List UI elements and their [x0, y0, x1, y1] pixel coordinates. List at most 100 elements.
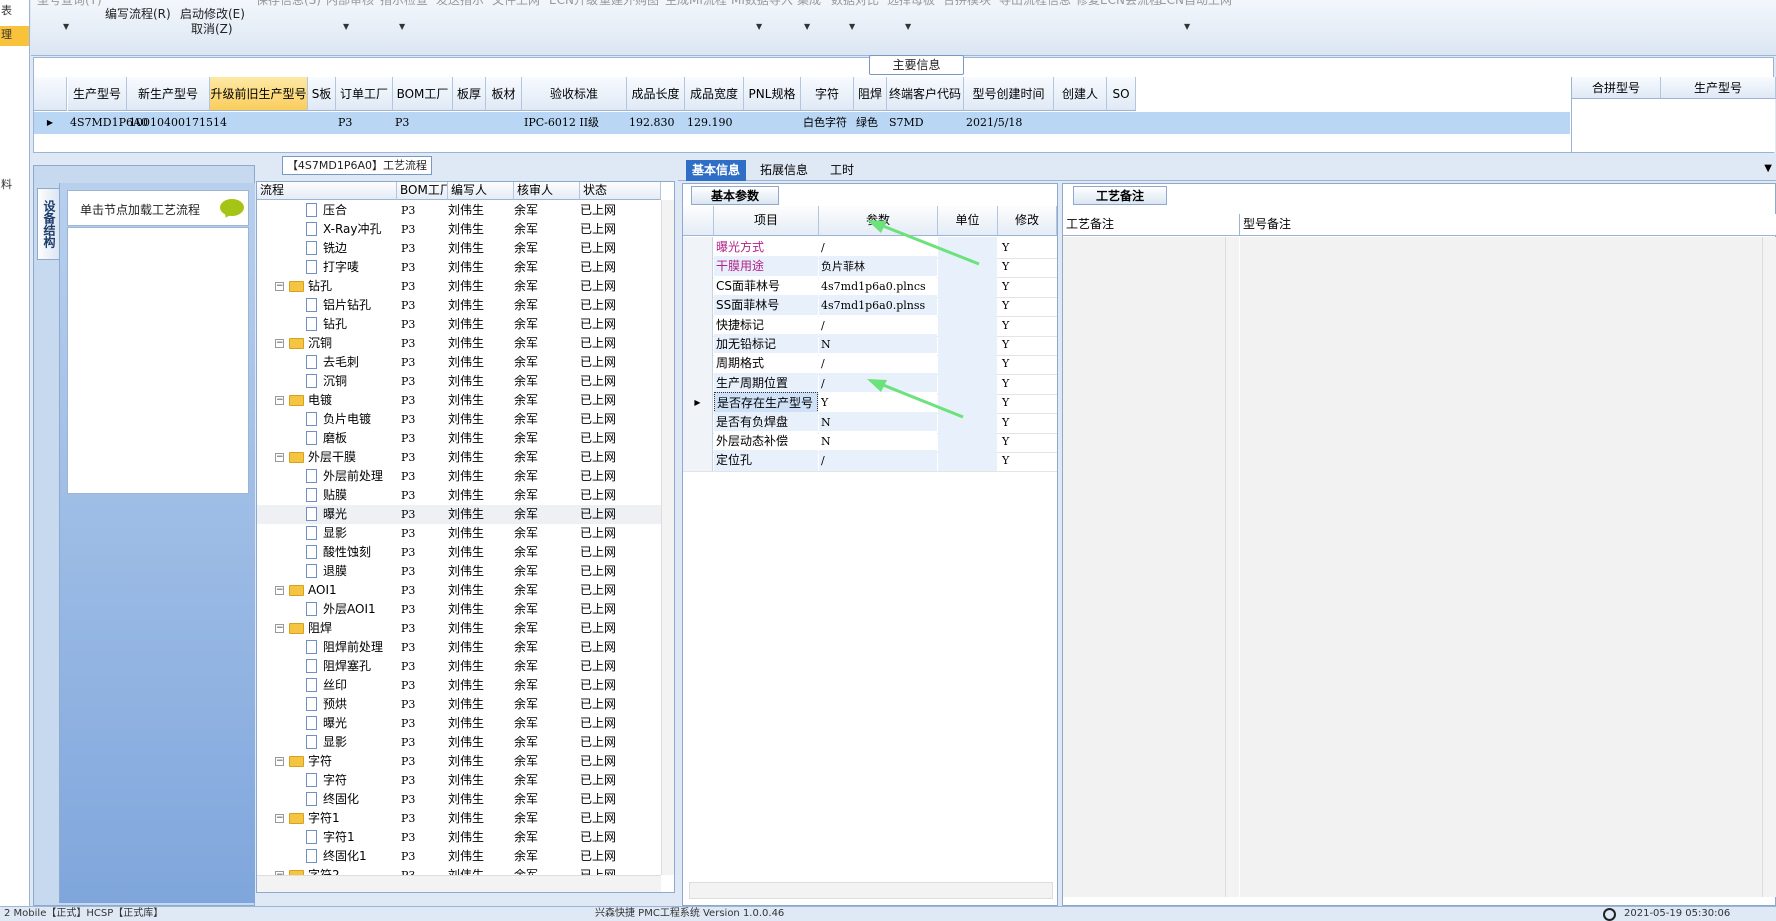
process-remark-textarea[interactable] [1063, 237, 1225, 897]
model-remark-textarea[interactable] [1240, 237, 1762, 897]
flow-tree-folder[interactable]: − 阻焊 P3 刘伟生 余军 已上网 [257, 619, 661, 638]
chevron-down-icon[interactable]: ▼ [849, 22, 855, 31]
main-row-cell[interactable] [307, 112, 335, 134]
main-row-cell[interactable]: 绿色 [853, 112, 886, 134]
toolbar-rebuild[interactable]: 重建外购图 [599, 0, 659, 8]
toolbar-compare[interactable]: 数据对比 [831, 0, 879, 8]
collapse-icon[interactable]: − [275, 814, 284, 823]
collapse-icon[interactable]: − [275, 586, 284, 595]
main-col-header[interactable]: S板 [308, 77, 336, 111]
collapse-icon[interactable]: − [275, 757, 284, 766]
model-remark-scrollbar[interactable] [1762, 237, 1776, 897]
main-col-header[interactable]: BOM工厂 [393, 77, 453, 111]
basic-horizontal-scrollbar[interactable] [689, 882, 1053, 899]
flow-tree-node[interactable]: 酸性蚀刻 P3 刘伟生 余军 已上网 [257, 543, 661, 562]
flow-tree-node[interactable]: 终固化1 P3 刘伟生 余军 已上网 [257, 847, 661, 866]
flow-tree-node[interactable]: X-Ray冲孔 P3 刘伟生 余军 已上网 [257, 220, 661, 239]
main-row-cell[interactable]: 10010400171514 [126, 112, 227, 134]
flow-tree-node[interactable]: 显影 P3 刘伟生 余军 已上网 [257, 733, 661, 752]
flow-tree-node[interactable]: 铝片钻孔 P3 刘伟生 余军 已上网 [257, 296, 661, 315]
main-col-header[interactable]: 新生产型号 [127, 77, 210, 111]
main-row-cell[interactable]: 白色字符 [800, 112, 853, 134]
chevron-down-icon[interactable]: ▼ [1184, 22, 1190, 31]
main-col-header[interactable]: 订单工厂 [336, 77, 393, 111]
flow-tree-folder[interactable]: − 电镀 P3 刘伟生 余军 已上网 [257, 391, 661, 410]
flow-tree-node[interactable]: 退膜 P3 刘伟生 余军 已上网 [257, 562, 661, 581]
chevron-down-icon[interactable]: ▼ [63, 22, 69, 31]
flow-tree-node[interactable]: 曝光 P3 刘伟生 余军 已上网 [257, 714, 661, 733]
flow-tree-node[interactable]: 钻孔 P3 刘伟生 余军 已上网 [257, 315, 661, 334]
toolbar-check[interactable]: 指示检查 [380, 0, 428, 8]
left-nav-item[interactable]: 表 [0, 2, 29, 18]
toolbar-export-flow[interactable]: 导出流程信息 [999, 0, 1071, 8]
toolbar-repair-ecn[interactable]: 修复ECN会流程 [1076, 0, 1161, 8]
process-remark-scrollbar[interactable] [1225, 237, 1239, 897]
flow-tree-node[interactable]: 曝光 P3 刘伟生 余军 已上网 [257, 505, 661, 524]
toolbar-integrate[interactable]: 集成 [797, 0, 821, 8]
flow-tree-folder[interactable]: − 字符1 P3 刘伟生 余军 已上网 [257, 809, 661, 828]
toolbar-internal-review[interactable]: 内部审核 [326, 0, 374, 8]
main-col-header[interactable]: PNL规格 [744, 77, 801, 111]
edit-flow-button[interactable]: 编写流程(R) [105, 5, 171, 22]
main-row-cell[interactable]: 2021/5/18 [963, 112, 1053, 134]
flow-horizontal-scrollbar[interactable] [257, 875, 661, 892]
collapse-icon[interactable]: − [275, 453, 284, 462]
flow-tree-folder[interactable]: − 外层干膜 P3 刘伟生 余军 已上网 [257, 448, 661, 467]
flow-tree-folder[interactable]: − 字符 P3 刘伟生 余军 已上网 [257, 752, 661, 771]
main-col-header[interactable]: 成品宽度 [685, 77, 744, 111]
flow-tree-node[interactable]: 外层AOI1 P3 刘伟生 余军 已上网 [257, 600, 661, 619]
main-row-cell[interactable] [485, 112, 521, 134]
main-row-cell[interactable] [452, 112, 485, 134]
main-row-cell[interactable]: 129.190 [684, 112, 743, 134]
collapse-icon[interactable]: − [275, 339, 284, 348]
main-col-header[interactable]: 生产型号 [68, 77, 127, 111]
main-col-header[interactable]: 创建人 [1054, 77, 1107, 111]
process-remark-tab[interactable]: 工艺备注 [1073, 186, 1167, 205]
main-row-cell[interactable] [743, 112, 800, 134]
main-row-cell[interactable] [209, 112, 307, 134]
left-nav-item[interactable]: 料 [0, 176, 29, 192]
toolbar-save-info[interactable]: 保存信息(S) [256, 0, 321, 8]
toolbar-ecn-auto[interactable]: ECN自动上网 [1159, 0, 1232, 8]
chevron-down-icon[interactable]: ▼ [804, 22, 810, 31]
chevron-down-icon[interactable]: ▼ [343, 22, 349, 31]
flow-tree-node[interactable]: 打字唛 P3 刘伟生 余军 已上网 [257, 258, 661, 277]
toolbar-model-query[interactable]: 型号查询(Y) [37, 0, 102, 8]
main-row-cell[interactable]: IPC-6012 II级 [521, 112, 626, 134]
flow-tree-node[interactable]: 阻焊塞孔 P3 刘伟生 余军 已上网 [257, 657, 661, 676]
flow-col-author[interactable]: 编写人 [448, 182, 514, 200]
flow-tree-node[interactable]: 显影 P3 刘伟生 余军 已上网 [257, 524, 661, 543]
toolbar-mi-import[interactable]: MI数据导入 [731, 0, 793, 8]
flow-tree-node[interactable]: 沉铜 P3 刘伟生 余军 已上网 [257, 372, 661, 391]
flow-tree-node[interactable]: 字符1 P3 刘伟生 余军 已上网 [257, 828, 661, 847]
merge-model-header[interactable]: 合拼型号 [1572, 77, 1661, 99]
equipment-structure-tab[interactable]: 设备结构 [37, 188, 59, 260]
chevron-down-icon[interactable]: ▼ [756, 22, 762, 31]
tab-basic-info[interactable]: 基本信息 [686, 160, 747, 181]
main-info-row[interactable]: ▶ 4S7MD1P6A0 10010400171514 P3 P3 IPC-6012 I… [34, 112, 1570, 134]
main-col-header[interactable]: 阻焊 [854, 77, 887, 111]
flow-col-reviewer[interactable]: 核审人 [514, 182, 580, 200]
flow-col-flow[interactable]: 流程 [257, 182, 397, 200]
flow-tree-node[interactable]: 贴膜 P3 刘伟生 余军 已上网 [257, 486, 661, 505]
flow-tree-node[interactable]: 字符 P3 刘伟生 余军 已上网 [257, 771, 661, 790]
toolbar-send[interactable]: 发送指示 [436, 0, 484, 8]
flow-col-status[interactable]: 状态 [580, 182, 661, 200]
main-row-cell[interactable]: 192.830 [626, 112, 684, 134]
cancel-button[interactable]: 取消(Z) [191, 20, 233, 37]
main-col-header[interactable]: 字符 [801, 77, 854, 111]
flow-tree-node[interactable]: 外层前处理 P3 刘伟生 余军 已上网 [257, 467, 661, 486]
main-col-header[interactable]: 成品长度 [627, 77, 685, 111]
main-col-header[interactable]: 板厚 [453, 77, 486, 111]
main-row-cell[interactable] [1053, 112, 1106, 134]
flow-tree-node[interactable]: 磨板 P3 刘伟生 余军 已上网 [257, 429, 661, 448]
flow-tree-node[interactable]: 负片电镀 P3 刘伟生 余军 已上网 [257, 410, 661, 429]
flow-vertical-scrollbar[interactable] [661, 200, 674, 875]
main-row-cell[interactable]: P3 [335, 112, 392, 134]
toolbar-ecn-upgrade[interactable]: ECN升级 [549, 0, 598, 8]
chevron-down-icon[interactable]: ▼ [905, 22, 911, 31]
flow-tree-node[interactable]: 丝印 P3 刘伟生 余军 已上网 [257, 676, 661, 695]
toolbar-merge-module[interactable]: 合拼模块 [943, 0, 991, 8]
flow-tree-node[interactable]: 阻焊前处理 P3 刘伟生 余军 已上网 [257, 638, 661, 657]
flow-tree-node[interactable]: 预烘 P3 刘伟生 余军 已上网 [257, 695, 661, 714]
